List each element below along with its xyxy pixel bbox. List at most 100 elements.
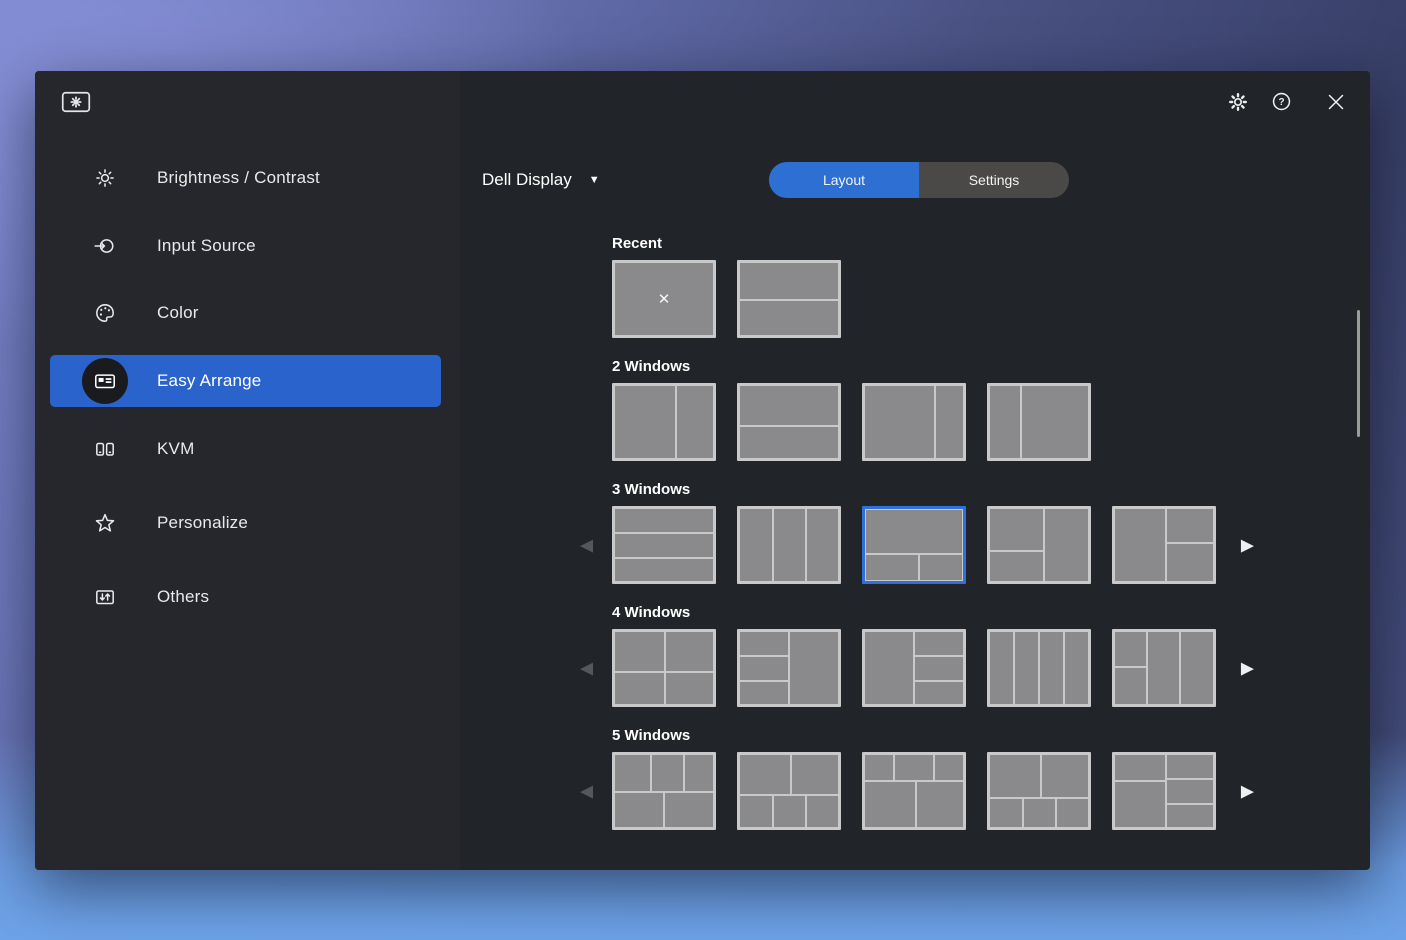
others-icon — [92, 585, 118, 609]
sidebar-item-color[interactable]: Color — [35, 287, 460, 339]
sidebar-item-label: KVM — [157, 439, 194, 459]
prev-layouts-icon[interactable]: ◀ — [580, 660, 593, 677]
color-icon — [92, 301, 118, 325]
layout-thumbnail-split-32-68[interactable] — [987, 383, 1091, 461]
sidebar-item-brightness-contrast[interactable]: Brightness / Contrast — [35, 152, 460, 204]
close-button[interactable] — [1322, 89, 1350, 117]
section-recent: Recent ✕ — [612, 235, 1216, 338]
layout-thumbnail-three-columns[interactable] — [737, 506, 841, 584]
display-selector-label: Dell Display — [482, 170, 572, 190]
layout-cell — [792, 755, 838, 794]
layout-thumbnail-rows-55-45[interactable] — [737, 383, 841, 461]
layout-cell — [915, 682, 963, 704]
next-layouts-icon[interactable]: ▶ — [1241, 537, 1254, 554]
layout-cell — [1065, 632, 1088, 704]
layout-cell — [990, 552, 1043, 581]
layout-cell — [665, 793, 713, 827]
layout-thumbnail-left-stack-two-columns[interactable] — [1112, 629, 1216, 707]
tab-settings[interactable]: Settings — [919, 162, 1069, 198]
layout-cell — [1015, 632, 1038, 704]
layout-cell — [740, 796, 772, 827]
layout-sections: Recent✕2 Windows3 Windows◀▶4 Windows◀▶5 … — [612, 235, 1312, 850]
scrollbar-thumb[interactable] — [1357, 310, 1360, 437]
layout-thumbnail-left-stack-right-tall[interactable] — [987, 506, 1091, 584]
layout-cell — [615, 559, 713, 581]
layout-thumbnail-top-three-bottom-two[interactable] — [612, 752, 716, 830]
dropdown-arrow-icon: ▼ — [589, 175, 600, 186]
layout-thumbnail-left-three-right-tall[interactable] — [737, 629, 841, 707]
layout-cell — [895, 755, 933, 780]
next-layouts-icon[interactable]: ▶ — [1241, 660, 1254, 677]
display-selector-dropdown[interactable]: Dell Display ▼ — [482, 170, 600, 190]
svg-text:?: ? — [1278, 97, 1284, 108]
personalize-icon — [92, 511, 118, 535]
layout-cell — [1167, 755, 1213, 778]
layout-cell — [866, 510, 962, 553]
layout-cell — [1115, 668, 1146, 704]
layout-cell — [615, 534, 713, 556]
section-title: Recent — [612, 235, 1216, 252]
layout-cell — [1167, 780, 1213, 802]
layout-cell — [1045, 509, 1088, 581]
section-title: 3 Windows — [612, 481, 1216, 498]
layout-cell — [1115, 509, 1165, 581]
layout-thumbnail-short-top-three-bottom-two[interactable] — [862, 752, 966, 830]
layout-cell — [1115, 632, 1146, 666]
tab-layout[interactable]: Layout — [769, 162, 919, 198]
layout-thumbnail-quad-grid[interactable] — [612, 629, 716, 707]
layout-cell — [666, 632, 713, 671]
layout-thumbnail-top-two-short-bottom-three[interactable] — [987, 752, 1091, 830]
layout-thumbnail-two-rows[interactable] — [737, 260, 841, 338]
layout-cell — [740, 657, 788, 679]
layout-thumbnail-left-stack-right-three[interactable] — [1112, 752, 1216, 830]
sidebar-item-label: Easy Arrange — [157, 371, 261, 391]
layout-cell — [990, 509, 1043, 550]
layout-cell — [1042, 755, 1088, 797]
prev-layouts-icon[interactable]: ◀ — [580, 783, 593, 800]
layout-cell — [1167, 805, 1213, 827]
layout-thumbnail-top-wide-bottom-two[interactable] — [862, 506, 966, 584]
layout-settings-tabs: LayoutSettings — [769, 162, 1069, 198]
layout-cell — [920, 555, 962, 580]
sidebar-item-label: Personalize — [157, 513, 248, 533]
layout-cell — [807, 509, 838, 581]
section-2-windows: 2 Windows — [612, 358, 1216, 461]
sidebar: Brightness / Contrast Input Source Color Ea… — [35, 71, 460, 870]
settings-button[interactable] — [1224, 89, 1252, 117]
layout-thumbnail-split-71-29[interactable] — [862, 383, 966, 461]
layout-cell — [915, 657, 963, 679]
layout-cell — [1057, 799, 1088, 827]
layout-thumbnail-top-two-bottom-three[interactable] — [737, 752, 841, 830]
sidebar-item-easy-arrange[interactable]: Easy Arrange — [50, 355, 441, 407]
layout-cell — [774, 796, 805, 827]
layout-cell — [615, 386, 675, 458]
layout-cell — [615, 632, 664, 671]
sidebar-item-personalize[interactable]: Personalize — [35, 497, 460, 549]
layout-thumbnail-left-tall-right-stack[interactable] — [1112, 506, 1216, 584]
next-layouts-icon[interactable]: ▶ — [1241, 783, 1254, 800]
section-5-windows: 5 Windows◀▶ — [612, 727, 1216, 830]
layout-cell — [990, 755, 1040, 797]
sidebar-item-kvm[interactable]: KVM — [35, 423, 460, 475]
layout-cell — [740, 755, 790, 794]
layout-cell — [1167, 509, 1213, 542]
layout-thumbnail-split-62-38[interactable] — [612, 383, 716, 461]
layout-cell — [615, 755, 650, 791]
layout-cell — [1115, 755, 1165, 780]
section-3-windows: 3 Windows◀▶ — [612, 481, 1216, 584]
layout-cell — [990, 632, 1013, 704]
sidebar-item-input-source[interactable]: Input Source — [35, 220, 460, 272]
sidebar-item-others[interactable]: Others — [35, 571, 460, 623]
help-button[interactable]: ? — [1267, 89, 1295, 117]
prev-layouts-icon[interactable]: ◀ — [580, 537, 593, 554]
layout-thumbnail-four-columns[interactable] — [987, 629, 1091, 707]
layout-row: ◀▶ — [612, 629, 1216, 707]
section-title: 5 Windows — [612, 727, 1216, 744]
layout-thumbnail-left-tall-right-three[interactable] — [862, 629, 966, 707]
layout-thumbnail-three-rows[interactable] — [612, 506, 716, 584]
gear-icon — [1227, 91, 1249, 116]
sidebar-item-label: Input Source — [157, 236, 256, 256]
layout-thumbnail-none-x[interactable]: ✕ — [612, 260, 716, 338]
layout-cell — [615, 673, 664, 704]
input-source-icon — [92, 234, 118, 258]
